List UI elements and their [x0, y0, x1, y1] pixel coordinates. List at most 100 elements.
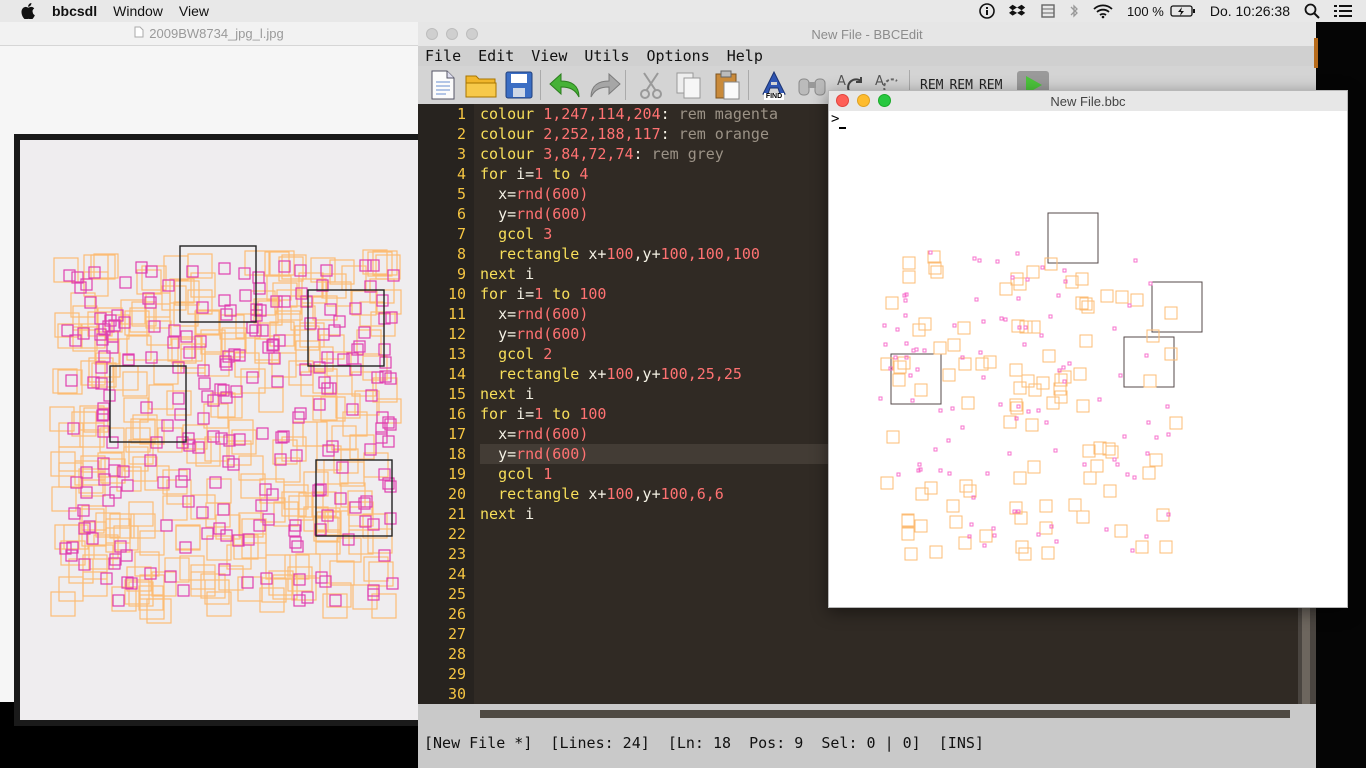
- art-magenta-square: [359, 515, 372, 528]
- magenta-square: [1112, 457, 1117, 462]
- app-menu[interactable]: bbcsdl: [52, 3, 97, 19]
- find-icon[interactable]: FIND: [757, 68, 791, 102]
- menu-options[interactable]: Options: [647, 47, 710, 65]
- art-orange-square: [354, 390, 380, 416]
- orange-square: [1036, 376, 1050, 390]
- menu-help[interactable]: Help: [727, 47, 763, 65]
- magenta-square: [946, 438, 951, 443]
- magenta-square: [893, 355, 898, 360]
- orange-square: [901, 527, 915, 541]
- menu-window[interactable]: Window: [113, 3, 163, 19]
- bluetooth-icon[interactable]: [1069, 3, 1079, 19]
- menu-file[interactable]: File: [425, 47, 461, 65]
- minimize-button[interactable]: [446, 28, 458, 40]
- art-orange-square: [347, 490, 373, 516]
- magenta-square: [1044, 420, 1049, 425]
- undo-icon[interactable]: [549, 68, 583, 102]
- clock[interactable]: Do. 10:26:38: [1210, 3, 1290, 19]
- magenta-square: [978, 350, 983, 355]
- magenta-square: [1016, 296, 1021, 301]
- new-file-icon[interactable]: [426, 68, 460, 102]
- output-canvas[interactable]: >: [829, 111, 1347, 607]
- orange-square: [949, 515, 963, 529]
- line-number: 23: [447, 545, 466, 563]
- artwork-photo: [20, 140, 418, 720]
- close-button[interactable]: [426, 28, 438, 40]
- art-magenta-square: [224, 304, 237, 317]
- notification-center-icon[interactable]: [1334, 4, 1352, 18]
- art-orange-square: [362, 249, 388, 275]
- magenta-square: [1127, 303, 1132, 308]
- output-titlebar[interactable]: New File.bbc: [829, 91, 1347, 111]
- orange-square: [933, 341, 947, 355]
- art-orange-square: [228, 419, 254, 445]
- magenta-square: [1154, 435, 1159, 440]
- art-orange-square: [83, 271, 109, 297]
- dropbox-icon[interactable]: [1008, 3, 1027, 19]
- menu-edit[interactable]: Edit: [478, 47, 514, 65]
- magenta-square: [1104, 527, 1109, 532]
- orange-square: [1164, 306, 1178, 320]
- zoom-button[interactable]: [466, 28, 478, 40]
- art-orange-square: [333, 448, 359, 474]
- horizontal-scrollbar[interactable]: [418, 704, 1316, 722]
- wifi-icon[interactable]: [1093, 3, 1113, 19]
- line-number: 17: [447, 425, 466, 443]
- art-magenta-square: [256, 324, 269, 337]
- art-magenta-square: [102, 494, 115, 507]
- magenta-square: [1003, 317, 1008, 322]
- magenta-square: [1010, 275, 1015, 280]
- spotlight-search-icon[interactable]: [1304, 3, 1320, 19]
- output-close-button[interactable]: [836, 94, 849, 107]
- magenta-square: [1036, 408, 1041, 413]
- horizontal-scroll-thumb[interactable]: [480, 710, 1290, 718]
- copy-icon[interactable]: [672, 68, 706, 102]
- open-folder-icon[interactable]: [464, 68, 498, 102]
- orange-square: [959, 479, 973, 493]
- magenta-square: [911, 348, 916, 353]
- cut-icon[interactable]: [634, 68, 668, 102]
- art-magenta-square: [382, 435, 395, 448]
- magenta-square: [981, 319, 986, 324]
- art-orange-square: [57, 369, 83, 395]
- binoculars-icon[interactable]: [795, 68, 829, 102]
- art-magenta-square: [246, 321, 259, 334]
- art-magenta-square: [268, 352, 281, 365]
- save-icon[interactable]: [502, 68, 536, 102]
- menu-view-editor[interactable]: View: [531, 47, 567, 65]
- art-magenta-square: [319, 575, 332, 588]
- art-magenta-square: [376, 294, 389, 307]
- output-minimize-button[interactable]: [857, 94, 870, 107]
- redo-icon[interactable]: [587, 68, 621, 102]
- art-orange-square: [174, 280, 200, 306]
- stack-icon[interactable]: [1041, 3, 1055, 19]
- paste-icon[interactable]: [710, 68, 744, 102]
- art-orange-square: [153, 359, 179, 385]
- magenta-square: [1054, 539, 1059, 544]
- art-orange-square: [81, 505, 107, 531]
- preview-titlebar[interactable]: 2009BW8734_jpg_l.jpg: [0, 22, 418, 46]
- art-magenta-square: [313, 398, 326, 411]
- orange-square: [1105, 445, 1119, 459]
- line-number: 14: [447, 365, 466, 383]
- orange-square: [958, 357, 972, 371]
- apple-icon[interactable]: [18, 0, 38, 22]
- line-number: 16: [447, 405, 466, 423]
- battery-icon[interactable]: [1170, 4, 1196, 18]
- art-orange-square: [51, 486, 77, 512]
- art-orange-square: [342, 411, 368, 437]
- line-number: 11: [447, 305, 466, 323]
- menu-utils[interactable]: Utils: [584, 47, 629, 65]
- line-number: 2: [456, 125, 466, 143]
- info-icon[interactable]: [979, 3, 995, 19]
- art-magenta-square: [239, 289, 252, 302]
- art-magenta-square: [278, 260, 291, 273]
- line-number: 29: [447, 665, 466, 683]
- editor-titlebar[interactable]: New File - BBCEdit: [418, 22, 1316, 46]
- output-zoom-button[interactable]: [878, 94, 891, 107]
- art-orange-square: [190, 564, 216, 590]
- line-number-gutter: 1 2 3 4 5 6 7 8 9 10 11 12 13 14 15 16 1…: [418, 104, 474, 704]
- menu-view[interactable]: View: [179, 3, 209, 19]
- line-number: 21: [447, 505, 466, 523]
- art-magenta-square: [230, 385, 243, 398]
